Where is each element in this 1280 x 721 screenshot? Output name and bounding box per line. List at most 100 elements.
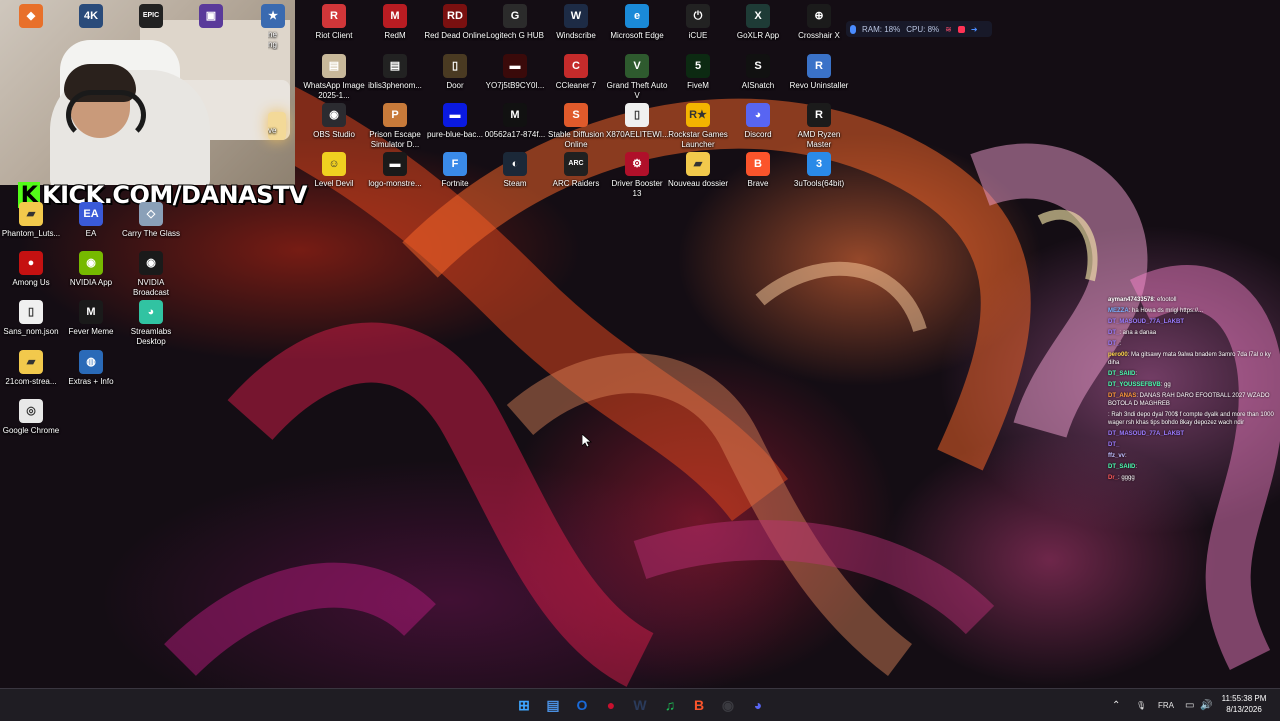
desktop-icon[interactable]: ▯ Door bbox=[424, 54, 486, 91]
desktop-icon[interactable]: ⊕ Crosshair X bbox=[788, 4, 850, 41]
taskbar-app-spotify[interactable]: ♫ bbox=[660, 695, 680, 715]
desktop-icon[interactable]: ▯ Sans_nom.json bbox=[0, 300, 62, 337]
desktop-icon[interactable]: ◉ NVIDIA Broadcast bbox=[120, 251, 182, 298]
desktop-icon[interactable]: 3 3uTools(64bit) bbox=[788, 152, 850, 189]
language-indicator[interactable]: FRA bbox=[1158, 689, 1174, 721]
desktop-icon[interactable]: ▬ logo-monstre... bbox=[364, 152, 426, 189]
desktop-icon[interactable]: C CCleaner 7 bbox=[545, 54, 607, 91]
desktop-icon[interactable]: ve bbox=[268, 126, 298, 136]
desktop-icon[interactable]: ▣ bbox=[180, 4, 242, 31]
desktop-icon[interactable]: ▤ WhatsApp Image 2025-1... bbox=[303, 54, 365, 101]
desktop-icon-label: ne ng bbox=[268, 30, 277, 49]
desktop-icon[interactable]: ◆ bbox=[0, 4, 62, 31]
desktop-icon[interactable]: ARC ARC Raiders bbox=[545, 152, 607, 189]
desktop-icon[interactable]: M RedM bbox=[364, 4, 426, 41]
carry-glass-icon: ◇ bbox=[139, 202, 163, 226]
taskbar-app-obs[interactable]: ◉ bbox=[718, 695, 738, 715]
desktop-icon[interactable]: ne ng bbox=[268, 30, 298, 50]
desktop-icon[interactable]: ◇ Carry The Glass bbox=[120, 202, 182, 239]
orange-app-icon: ◆ bbox=[19, 4, 43, 28]
desktop-icon-label: Door bbox=[446, 81, 464, 90]
desktop-icon[interactable]: ◕ Discord bbox=[727, 103, 789, 140]
desktop-icon[interactable]: S AISnatch bbox=[727, 54, 789, 91]
spotify-icon: ♫ bbox=[664, 697, 676, 713]
desktop-icon[interactable]: ▬ pure-blue-bac... bbox=[424, 103, 486, 140]
desktop-icon-label: Phantom_Luts... bbox=[1, 229, 61, 238]
desktop-icon[interactable]: ▰ Phantom_Luts... bbox=[0, 202, 62, 239]
desktop-icon[interactable]: ◉ NVIDIA App bbox=[60, 251, 122, 288]
desktop-icon[interactable]: M Fever Meme bbox=[60, 300, 122, 337]
taskbar-app-outlook[interactable]: O bbox=[572, 695, 592, 715]
desktop-icon[interactable]: B Brave bbox=[727, 152, 789, 189]
desktop-icon-label: GoXLR App bbox=[736, 31, 780, 40]
taskbar-app-discord[interactable]: ◕ bbox=[748, 695, 768, 715]
desktop-icon[interactable]: ▤ iblis3phenom... bbox=[364, 54, 426, 91]
desktop-icon[interactable]: ◍ Extras + Info bbox=[60, 350, 122, 387]
desktop-icon[interactable]: R Riot Client bbox=[303, 4, 365, 41]
desktop-icon-label: Microsoft Edge bbox=[610, 31, 664, 40]
taskbar-app-windows-start[interactable]: ⊞ bbox=[514, 695, 534, 715]
desktop-icon-label: NVIDIA App bbox=[69, 278, 113, 287]
taskbar-app-record-app[interactable]: ● bbox=[601, 695, 621, 715]
desktop-icon-label: Brave bbox=[747, 179, 769, 188]
desktop-icon-label: Fever Meme bbox=[68, 327, 114, 336]
desktop-icon[interactable]: ◎ Google Chrome bbox=[0, 399, 62, 436]
chat-username: DT_MASOUD_77A_LAKBT bbox=[1108, 319, 1185, 325]
desktop-icon[interactable]: ⏻ iCUE bbox=[667, 4, 729, 41]
desktop-icon[interactable]: ◕ Streamlabs Desktop bbox=[120, 300, 182, 347]
desktop-icon[interactable]: EA EA bbox=[60, 202, 122, 239]
desktop-icon[interactable]: ● Among Us bbox=[0, 251, 62, 288]
taskbar-app-file-explorer[interactable]: ▤ bbox=[543, 695, 563, 715]
desktop-icon[interactable]: M 00562a17-874f... bbox=[484, 103, 546, 140]
desktop-icon[interactable]: R★ Rockstar Games Launcher bbox=[667, 103, 729, 150]
red-dead-icon: RD bbox=[443, 4, 467, 28]
microphone-tray-icon[interactable]: 🎙 bbox=[1136, 689, 1146, 721]
desktop-icon[interactable]: X GoXLR App bbox=[727, 4, 789, 41]
obs-icon: ◉ bbox=[322, 103, 346, 127]
show-hidden-icons-button[interactable]: ⌃ bbox=[1112, 689, 1120, 721]
chat-message: ayman47433578: efootoll bbox=[1108, 296, 1278, 304]
4k-video-icon: 4K bbox=[79, 4, 103, 28]
desktop-icon[interactable]: S Stable Diffusion Online bbox=[545, 103, 607, 150]
desktop-icon[interactable]: ★ bbox=[242, 4, 304, 31]
desktop-icon[interactable]: ▰ Nouveau dossier bbox=[667, 152, 729, 189]
desktop-icon[interactable]: W Windscribe bbox=[545, 4, 607, 41]
volume-icon[interactable]: 🔊 bbox=[1200, 689, 1212, 721]
desktop-icon[interactable]: 5 FiveM bbox=[667, 54, 729, 91]
desktop-icon[interactable]: ◉ OBS Studio bbox=[303, 103, 365, 140]
folder-icon: ▰ bbox=[19, 350, 43, 374]
desktop-icon[interactable]: F Fortnite bbox=[424, 152, 486, 189]
desktop-icon[interactable]: R Revo Uninstaller bbox=[788, 54, 850, 91]
chat-message: DT_: bbox=[1108, 340, 1278, 348]
desktop-icon[interactable]: R AMD Ryzen Master bbox=[788, 103, 850, 150]
desktop-icon-label: Steam bbox=[503, 179, 527, 188]
desktop-icon[interactable]: ⚙ Driver Booster 13 bbox=[606, 152, 668, 199]
chat-text: : bbox=[1135, 464, 1138, 470]
desktop-icon[interactable]: P Prison Escape Simulator D... bbox=[364, 103, 426, 150]
folder-icon: ▰ bbox=[19, 202, 43, 226]
goxlr-icon: X bbox=[746, 4, 770, 28]
desktop-icon-label: EA bbox=[85, 229, 97, 238]
chat-username: MEZZA bbox=[1108, 308, 1129, 314]
system-clock[interactable]: 11:55:38 PM 8/13/2026 bbox=[1214, 693, 1274, 715]
wifi-icon: ≋ bbox=[945, 24, 952, 34]
desktop-icon[interactable]: ▬ YO7j5tB9CY0I... bbox=[484, 54, 546, 91]
desktop-icon[interactable]: ◐ Steam bbox=[484, 152, 546, 189]
taskbar-app-windscribe[interactable]: W bbox=[630, 695, 650, 715]
fortnite-icon: F bbox=[443, 152, 467, 176]
desktop-icon[interactable]: EPIC bbox=[120, 4, 182, 31]
desktop-icon[interactable]: ☺ Level Devil bbox=[303, 152, 365, 189]
desktop-icon[interactable]: V Grand Theft Auto V bbox=[606, 54, 668, 101]
desktop-icon[interactable]: ▰ 21com-strea... bbox=[0, 350, 62, 387]
taskbar-app-brave[interactable]: B bbox=[689, 695, 709, 715]
desktop-icon[interactable]: RD Red Dead Online bbox=[424, 4, 486, 41]
desktop-icon[interactable]: ▯ X870AELITEWI... bbox=[606, 103, 668, 140]
desktop-icon-label: Fortnite bbox=[441, 179, 469, 188]
brave-icon: B bbox=[693, 697, 705, 713]
desktop-icon[interactable]: e Microsoft Edge bbox=[606, 4, 668, 41]
windscribe-icon: W bbox=[633, 697, 647, 713]
desktop-icon[interactable]: 4K bbox=[60, 4, 122, 31]
performance-overlay: RAM: 18% CPU: 8% ≋ ➜ bbox=[846, 21, 992, 37]
network-icon[interactable]: ▭ bbox=[1185, 689, 1194, 721]
desktop-icon[interactable]: G Logitech G HUB bbox=[484, 4, 546, 41]
